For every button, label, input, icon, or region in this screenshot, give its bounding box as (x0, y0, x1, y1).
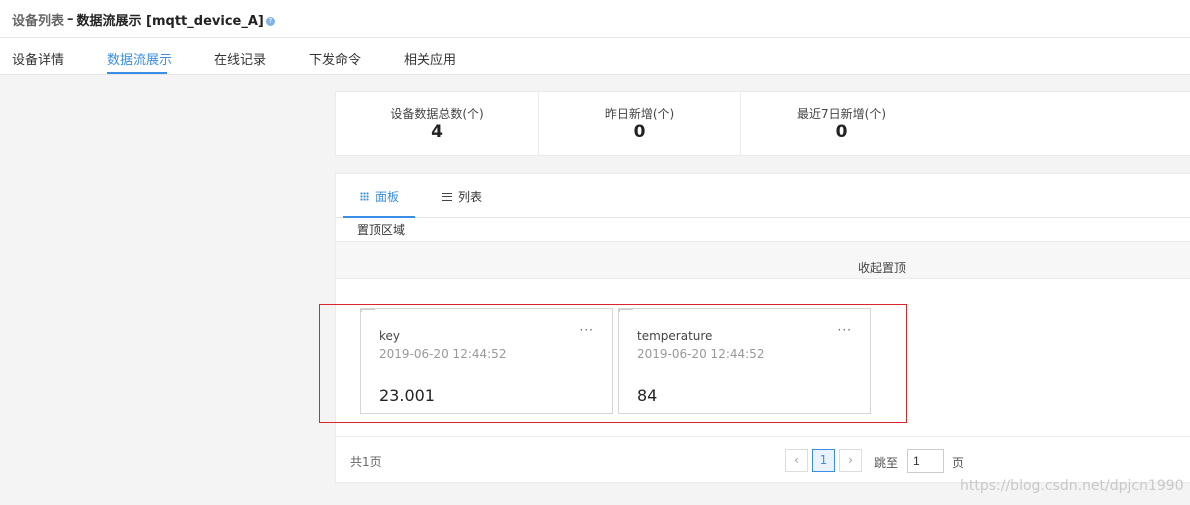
breadcrumb: 设备列表 – 数据流展示 [mqtt_device_A] ? (12, 10, 275, 29)
next-page-button[interactable]: › (839, 449, 862, 472)
goto-label: 跳至 (874, 456, 899, 470)
pagination: 共1页 ‹ 1 › 跳至 页 (336, 436, 1190, 482)
stat-value: 0 (633, 122, 646, 142)
watermark: https://blog.csdn.net/dpjcn1990 (960, 478, 1184, 494)
tab-list-view[interactable]: 列表 (442, 188, 482, 205)
page-header: 设备列表 – 数据流展示 [mqtt_device_A] ? (0, 0, 1190, 38)
card-key: key (379, 329, 401, 343)
list-icon (442, 192, 452, 201)
stat-label: 设备数据总数(个) (390, 107, 484, 121)
tab-panel-view[interactable]: 面板 (360, 188, 399, 205)
prev-page-button[interactable]: ‹ (785, 449, 808, 472)
card-timestamp: 2019-06-20 12:44:52 (379, 347, 507, 361)
card-value: 23.001 (379, 386, 435, 405)
stat-label: 最近7日新增(个) (797, 107, 886, 121)
stat-last-7-days: 最近7日新增(个) 0 (740, 92, 942, 155)
active-tab-indicator (107, 72, 167, 74)
data-card-temperature[interactable]: temperature 2019-06-20 12:44:52 84 ··· (618, 308, 871, 414)
page-1-button[interactable]: 1 (812, 449, 835, 472)
help-circle-icon[interactable]: ? (265, 17, 275, 26)
card-corner (361, 309, 375, 312)
stat-value: 4 (431, 122, 443, 142)
tab-data-stream[interactable]: 数据流展示 (107, 49, 172, 68)
card-timestamp: 2019-06-20 12:44:52 (637, 347, 765, 361)
stat-label: 昨日新增(个) (604, 107, 675, 121)
tab-panel-label: 面板 (375, 190, 400, 204)
active-view-indicator (343, 216, 415, 218)
collapse-pinned-button[interactable]: 收起置顶 (858, 259, 906, 276)
stat-yesterday: 昨日新增(个) 0 (538, 92, 740, 155)
collapse-pinned-bar[interactable]: 收起置顶 (336, 241, 1190, 279)
tab-list-label: 列表 (458, 190, 483, 204)
tab-device-details[interactable]: 设备详情 (12, 49, 64, 68)
tab-related-apps[interactable]: 相关应用 (404, 49, 456, 68)
stats-summary: 设备数据总数(个) 4 昨日新增(个) 0 最近7日新增(个) 0 (335, 91, 1190, 156)
card-key: temperature (637, 329, 713, 343)
stat-value: 0 (835, 122, 848, 142)
more-options-icon[interactable]: ··· (580, 323, 594, 337)
page-unit-label: 页 (952, 456, 965, 470)
grid-icon (360, 192, 369, 201)
goto-page-input[interactable] (907, 449, 944, 473)
tab-send-command[interactable]: 下发命令 (309, 49, 361, 68)
breadcrumb-current: 数据流展示 [mqtt_device_A] (76, 14, 264, 29)
more-options-icon[interactable]: ··· (838, 323, 852, 337)
device-tabs: 设备详情 数据流展示 在线记录 下发命令 相关应用 (0, 38, 1190, 75)
card-value: 84 (637, 386, 658, 405)
breadcrumb-device-list[interactable]: 设备列表 (12, 10, 64, 29)
total-pages: 共1页 (350, 455, 382, 469)
view-tabs: 面板 列表 (336, 174, 1190, 218)
stat-total: 设备数据总数(个) 4 (336, 92, 538, 155)
card-corner (619, 309, 633, 312)
pinned-area-label: 置顶区域 (357, 223, 406, 237)
tab-online-records[interactable]: 在线记录 (214, 49, 266, 68)
data-card-key[interactable]: key 2019-06-20 12:44:52 23.001 ··· (360, 308, 613, 414)
breadcrumb-separator: – (67, 12, 74, 27)
